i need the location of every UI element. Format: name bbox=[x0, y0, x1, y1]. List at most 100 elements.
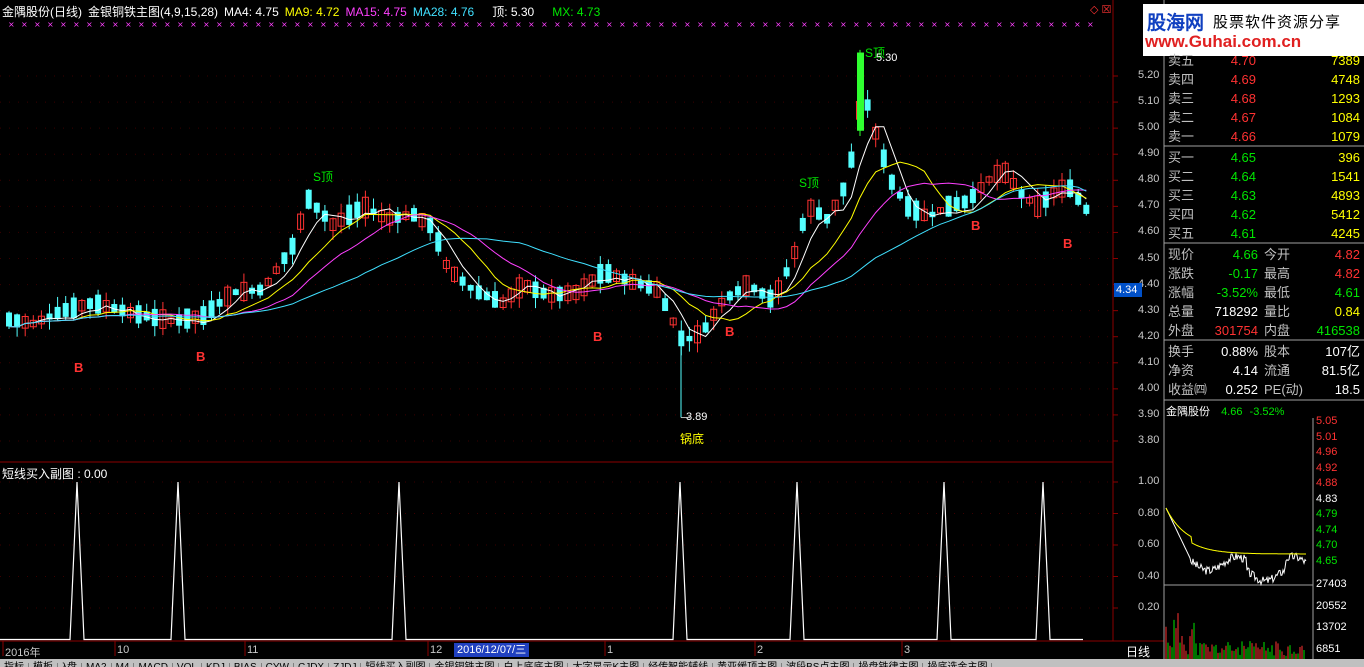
buy-signal: B bbox=[74, 360, 84, 375]
indicator-tab[interactable]: 黄亚缓顶主图 bbox=[713, 663, 783, 667]
mini-pct: -3.52% bbox=[1249, 406, 1285, 418]
sub-chart-title: 短线买入副图 : 0.00 bbox=[2, 467, 108, 481]
indicator-tab[interactable]: 大字显示K主图 bbox=[568, 663, 645, 667]
price-axis-label: 4.90 bbox=[1138, 147, 1160, 160]
order-label: 买一 bbox=[1168, 150, 1195, 165]
period-label[interactable]: 日线 bbox=[1126, 643, 1150, 660]
diamond-icon[interactable]: ◇ bbox=[1090, 4, 1098, 16]
signal-mark: × bbox=[762, 20, 769, 29]
signal-mark: × bbox=[580, 20, 587, 29]
signal-mark: × bbox=[164, 20, 171, 29]
info-value: -0.17 bbox=[1228, 266, 1258, 281]
indicator-tab[interactable]: CJDX bbox=[294, 663, 330, 667]
order-book-row: 卖三 4.68 1293 bbox=[1166, 89, 1362, 108]
order-book-row: 卖二 4.67 1084 bbox=[1166, 108, 1362, 127]
order-book-row: 买三 4.63 4893 bbox=[1166, 186, 1362, 205]
mini-chart-header: 金隅股份 4.66 -3.52% bbox=[1166, 403, 1284, 419]
signal-mark: × bbox=[151, 20, 158, 29]
info-label: 量比 bbox=[1264, 304, 1291, 319]
quote-info-row: 换手 0.88% 股本 107亿 bbox=[1166, 342, 1362, 361]
indicator-tab[interactable]: 模板 bbox=[29, 663, 58, 667]
candle-body-down bbox=[735, 286, 741, 296]
signal-mark: × bbox=[957, 20, 964, 29]
ma9-line bbox=[8, 161, 1087, 328]
candle-body-down bbox=[346, 204, 353, 225]
signal-mark: × bbox=[47, 20, 54, 29]
signal-mark: × bbox=[840, 20, 847, 29]
sub-axis-label: 1.00 bbox=[1138, 475, 1160, 487]
price-axis-label: 5.10 bbox=[1138, 95, 1160, 108]
indicator-tab[interactable]: 操底选金主图 bbox=[923, 663, 993, 667]
indicator-tab[interactable]: 经传智能辅线 bbox=[644, 663, 714, 667]
info-label: 净资 bbox=[1168, 363, 1195, 378]
signal-mark: × bbox=[814, 20, 821, 29]
indicator-tab[interactable]: M4 bbox=[112, 663, 135, 667]
indicator-tab[interactable]: CYW bbox=[262, 663, 294, 667]
signal-mark: × bbox=[476, 20, 483, 29]
mini-axis-label: 4.65 bbox=[1316, 554, 1338, 567]
indicator-tab[interactable]: 金银铜铁主图 bbox=[430, 663, 500, 667]
signal-mark: × bbox=[619, 20, 626, 29]
signal-mark: × bbox=[8, 20, 15, 29]
signal-mark: × bbox=[931, 20, 938, 29]
mini-axis-label: 4.96 bbox=[1316, 446, 1338, 458]
sub-signal-line bbox=[0, 481, 1083, 641]
order-label: 买四 bbox=[1168, 207, 1195, 222]
signal-mark: × bbox=[99, 20, 106, 29]
indicator-tab[interactable]: 波段BS点主图 bbox=[782, 663, 855, 667]
indicator-tab[interactable]: BIAS bbox=[230, 663, 262, 667]
info-label: 涨幅 bbox=[1168, 285, 1195, 300]
ma15-label: MA15: 4.75 bbox=[345, 5, 407, 19]
order-label: 卖二 bbox=[1168, 110, 1195, 125]
signal-mark: × bbox=[918, 20, 925, 29]
indicator-tab[interactable]: 操盘铁律主图 bbox=[854, 663, 924, 667]
order-volume: 1293 bbox=[1331, 91, 1360, 106]
mini-axis-label: 4.74 bbox=[1316, 523, 1338, 536]
mini-axis-label: 4.88 bbox=[1316, 477, 1338, 489]
indicator-tab[interactable]: VOL bbox=[173, 663, 202, 667]
info-label: 现价 bbox=[1168, 247, 1195, 262]
info-value: 0.88% bbox=[1221, 344, 1258, 359]
indicator-tab[interactable]: 白上底底主图 bbox=[499, 663, 569, 667]
signal-mark: × bbox=[1087, 20, 1094, 29]
candle-body-down bbox=[1083, 204, 1090, 214]
candle-body-down bbox=[969, 189, 976, 204]
signal-mark: × bbox=[1061, 20, 1068, 29]
date-axis-label: 2 bbox=[757, 644, 764, 656]
info-value: 18.5 bbox=[1334, 382, 1360, 397]
signal-mark: × bbox=[437, 20, 444, 29]
signal-mark: × bbox=[359, 20, 366, 29]
price-axis-label: 4.30 bbox=[1138, 303, 1160, 316]
order-price: 4.61 bbox=[1230, 226, 1256, 241]
info-label: PE(动) bbox=[1264, 382, 1304, 397]
indicator-tab[interactable]: λ盘 bbox=[58, 663, 82, 667]
candle-body-down bbox=[6, 312, 12, 327]
mini-avg-line bbox=[1165, 507, 1306, 555]
order-volume: 7389 bbox=[1331, 53, 1360, 68]
low-price-label: 3.89 bbox=[686, 411, 708, 423]
signal-mark: × bbox=[1048, 20, 1055, 29]
signal-mark: × bbox=[983, 20, 990, 29]
info-value: 718292 bbox=[1214, 304, 1258, 319]
order-price: 4.70 bbox=[1230, 53, 1256, 68]
order-label: 买五 bbox=[1168, 226, 1195, 241]
date-axis-label: 2016年 bbox=[5, 647, 41, 659]
logo-url: www.Guhai.com.cn bbox=[1145, 32, 1302, 51]
signal-mark: × bbox=[86, 20, 93, 29]
signal-mark: × bbox=[645, 20, 652, 29]
indicator-tab[interactable]: ZJDJ bbox=[329, 663, 362, 667]
signal-mark: × bbox=[346, 20, 353, 29]
order-price: 4.66 bbox=[1230, 129, 1256, 144]
info-label: 换手 bbox=[1168, 344, 1195, 359]
indicator-tab[interactable]: MACD bbox=[134, 663, 173, 667]
signal-mark: × bbox=[255, 20, 262, 29]
logo-main: 股海网 bbox=[1147, 12, 1205, 34]
indicator-tab[interactable]: MA2 bbox=[82, 663, 112, 667]
indicator-tab[interactable]: KDJ bbox=[202, 663, 230, 667]
selected-date[interactable]: 2016/12/07/三 bbox=[454, 643, 530, 657]
candle-body-down bbox=[905, 196, 912, 217]
indicator-tab[interactable]: 短线买入副图 bbox=[361, 663, 431, 667]
close-icon[interactable]: ☒ bbox=[1102, 4, 1112, 16]
indicator-tab[interactable]: 指标 bbox=[0, 663, 29, 667]
order-price: 4.62 bbox=[1230, 207, 1256, 222]
